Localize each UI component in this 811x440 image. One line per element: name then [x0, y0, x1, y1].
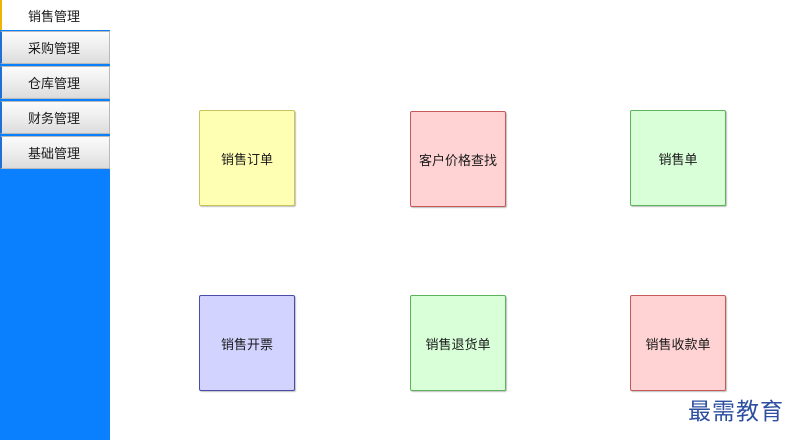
sales-order-button[interactable]: 销售订单 [199, 110, 295, 206]
sidebar-item-sales-management[interactable]: 销售管理 [0, 0, 110, 30]
tile-label: 销售收款单 [645, 337, 711, 353]
sidebar-item-label: 销售管理 [28, 9, 81, 25]
sidebar: 销售管理 采购管理 仓库管理 财务管理 基础管理 [0, 0, 110, 440]
sidebar-item-label: 仓库管理 [28, 77, 81, 92]
sidebar-item-label: 基础管理 [28, 147, 81, 162]
tile-label: 销售订单 [220, 152, 273, 168]
watermark-logo: 最需教育 [688, 399, 784, 425]
sidebar-item-basic-management[interactable]: 基础管理 [0, 136, 110, 169]
main-panel: 销售订单 客户价格查找 销售单 销售开票 销售退货单 销售收款单 [110, 0, 811, 440]
sales-return-slip-button[interactable]: 销售退货单 [410, 295, 506, 391]
sidebar-item-label: 采购管理 [28, 42, 81, 57]
sales-receipt-slip-button[interactable]: 销售收款单 [630, 295, 726, 391]
app-window: 销售管理 采购管理 仓库管理 财务管理 基础管理 销售订单 客户价格查找 销售单… [0, 0, 811, 440]
customer-price-lookup-button[interactable]: 客户价格查找 [410, 111, 506, 207]
sidebar-item-warehouse-management[interactable]: 仓库管理 [0, 66, 110, 99]
sidebar-item-finance-management[interactable]: 财务管理 [0, 101, 110, 134]
sidebar-item-purchase-management[interactable]: 采购管理 [0, 31, 110, 64]
tile-label: 客户价格查找 [418, 153, 497, 169]
tile-label: 销售单 [658, 152, 698, 168]
sales-invoice-button[interactable]: 销售开票 [199, 295, 295, 391]
sales-slip-button[interactable]: 销售单 [630, 110, 726, 206]
tile-label: 销售开票 [220, 337, 273, 353]
sidebar-item-label: 财务管理 [28, 112, 81, 127]
tile-label: 销售退货单 [425, 337, 491, 353]
